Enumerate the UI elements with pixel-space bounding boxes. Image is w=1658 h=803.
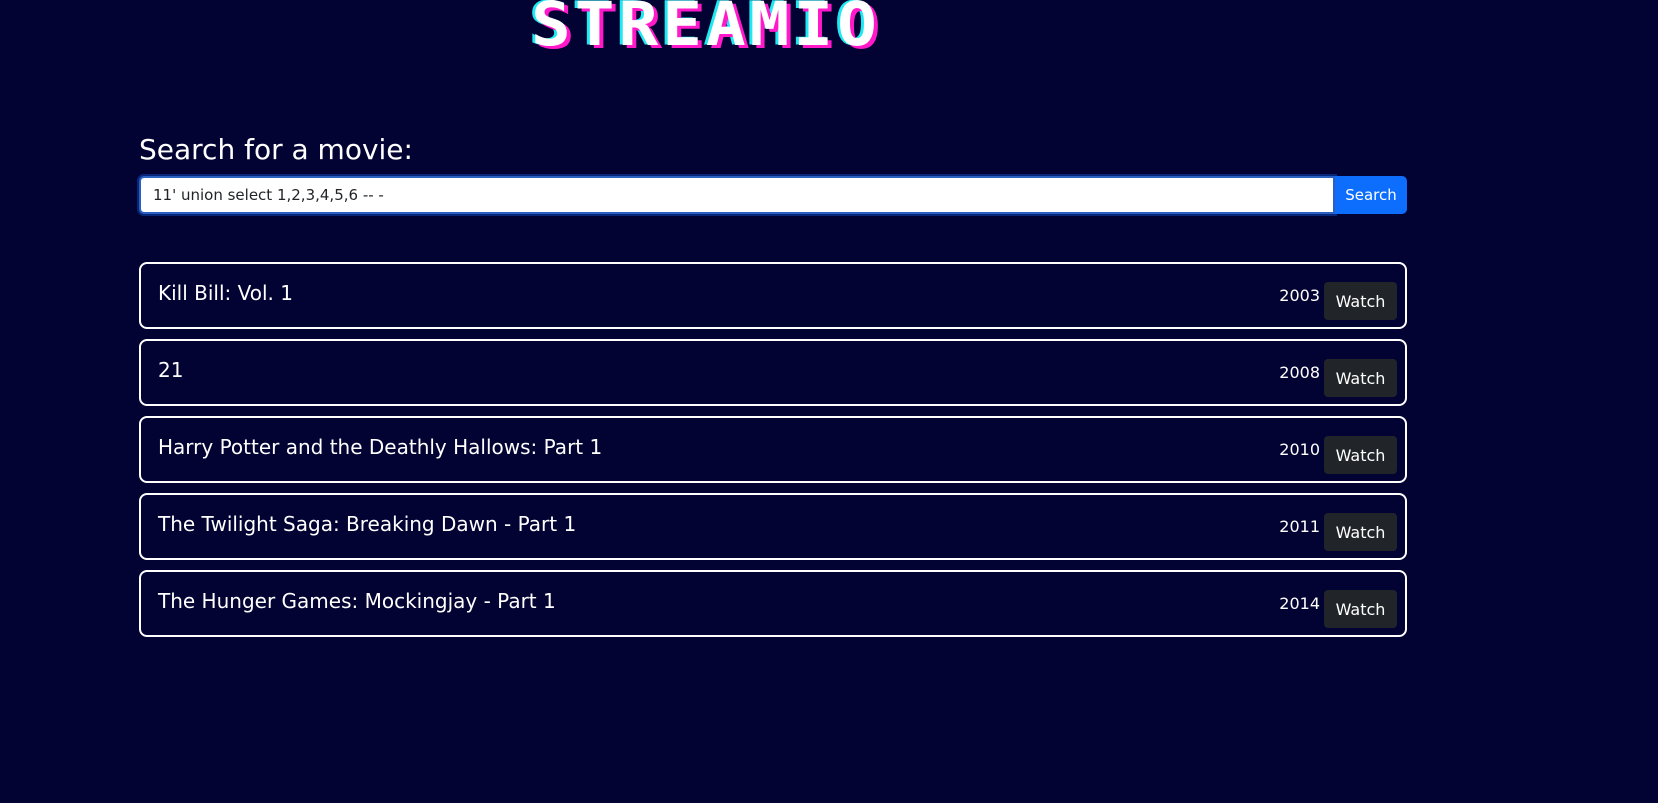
search-button[interactable]: Search bbox=[1335, 176, 1407, 214]
movie-year: 2014 bbox=[1279, 594, 1320, 613]
results-list: Kill Bill: Vol. 1 2003 Watch 21 2008 Wat… bbox=[139, 262, 1407, 647]
movie-title: The Twilight Saga: Breaking Dawn - Part … bbox=[158, 512, 577, 536]
movie-title: Kill Bill: Vol. 1 bbox=[158, 281, 293, 305]
movie-title: Harry Potter and the Deathly Hallows: Pa… bbox=[158, 435, 603, 459]
header: STREAMIO bbox=[0, 0, 1658, 56]
movie-year: 2011 bbox=[1279, 517, 1320, 536]
result-card: The Hunger Games: Mockingjay - Part 1 20… bbox=[139, 570, 1407, 637]
result-meta: 2008 Watch bbox=[1279, 359, 1397, 397]
search-heading: Search for a movie: bbox=[139, 133, 413, 166]
result-meta: 2011 Watch bbox=[1279, 513, 1397, 551]
site-logo: STREAMIO bbox=[531, 0, 881, 56]
movie-year: 2008 bbox=[1279, 363, 1320, 382]
movie-year: 2010 bbox=[1279, 440, 1320, 459]
result-meta: 2003 Watch bbox=[1279, 282, 1397, 320]
result-card: Harry Potter and the Deathly Hallows: Pa… bbox=[139, 416, 1407, 483]
result-card: Kill Bill: Vol. 1 2003 Watch bbox=[139, 262, 1407, 329]
result-card: The Twilight Saga: Breaking Dawn - Part … bbox=[139, 493, 1407, 560]
movie-year: 2003 bbox=[1279, 286, 1320, 305]
search-form: Search bbox=[139, 176, 1407, 214]
watch-button[interactable]: Watch bbox=[1324, 282, 1397, 320]
search-input[interactable] bbox=[139, 176, 1335, 214]
result-card: 21 2008 Watch bbox=[139, 339, 1407, 406]
result-meta: 2014 Watch bbox=[1279, 590, 1397, 628]
watch-button[interactable]: Watch bbox=[1324, 436, 1397, 474]
watch-button[interactable]: Watch bbox=[1324, 590, 1397, 628]
watch-button[interactable]: Watch bbox=[1324, 513, 1397, 551]
result-meta: 2010 Watch bbox=[1279, 436, 1397, 474]
watch-button[interactable]: Watch bbox=[1324, 359, 1397, 397]
movie-title: The Hunger Games: Mockingjay - Part 1 bbox=[158, 589, 556, 613]
movie-title: 21 bbox=[158, 358, 184, 382]
